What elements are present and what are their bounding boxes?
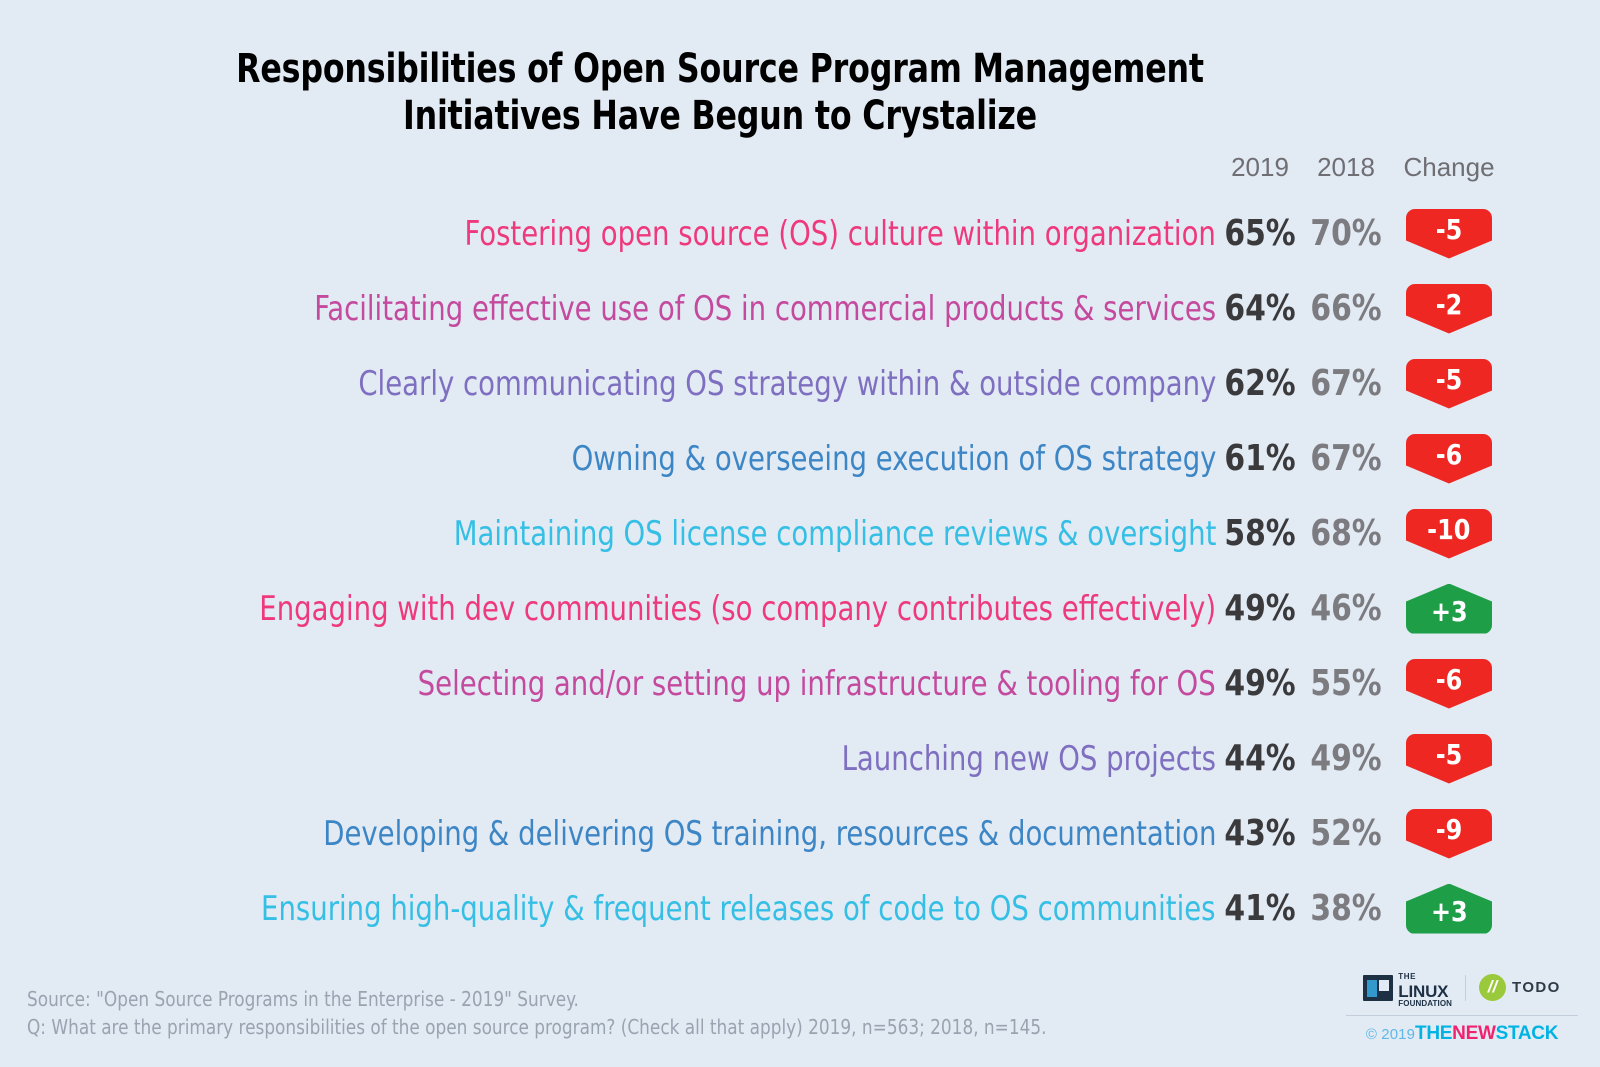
change-badge-decrease: -6 [1406, 658, 1492, 709]
change-value: -2 [1435, 288, 1463, 321]
todo-group-logo: // TODO [1479, 974, 1561, 1001]
value-2018: 46% [1310, 587, 1382, 629]
source-line-1: Source: "Open Source Programs in the Ent… [27, 987, 579, 1011]
linux-foundation-icon [1363, 974, 1394, 1001]
responsibility-label: Clearly communicating OS strategy within… [358, 363, 1216, 404]
table-row: Facilitating effective use of OS in comm… [0, 271, 1600, 346]
value-2018: 55% [1310, 662, 1382, 704]
value-2019: 43% [1224, 812, 1296, 854]
change-value: +3 [1430, 894, 1468, 928]
change-badge-increase: +3 [1406, 883, 1492, 934]
change-value: -10 [1427, 513, 1471, 546]
change-value: -6 [1435, 663, 1463, 696]
table-row: Clearly communicating OS strategy within… [0, 346, 1600, 421]
value-2019: 61% [1224, 437, 1296, 479]
title-line-1: Responsibilities of Open Source Program … [236, 46, 1204, 92]
infographic-page: Responsibilities of Open Source Program … [0, 0, 1600, 1067]
value-2018: 70% [1310, 212, 1382, 254]
value-2018: 67% [1310, 437, 1382, 479]
responsibility-label: Facilitating effective use of OS in comm… [314, 288, 1216, 329]
table-row: Fostering open source (OS) culture withi… [0, 196, 1600, 271]
change-badge-decrease: -5 [1406, 358, 1492, 409]
column-headers: 2019 2018 Change [0, 152, 1600, 186]
thenewstack-credit: © 2019THENEWSTACK [1346, 1016, 1578, 1045]
value-2018: 67% [1310, 362, 1382, 404]
change-value: -9 [1435, 813, 1463, 846]
table-row: Ensuring high-quality & frequent release… [0, 871, 1600, 946]
value-2019: 49% [1224, 587, 1296, 629]
table-row: Owning & overseeing execution of OS stra… [0, 421, 1600, 496]
change-cell: +3 [1390, 881, 1508, 937]
change-badge-decrease: -6 [1406, 433, 1492, 484]
change-badge-decrease: -9 [1406, 808, 1492, 859]
source-line-2: Q: What are the primary responsibilities… [27, 1015, 1047, 1039]
tns-the-text: THE [1415, 1023, 1453, 1044]
responsibility-label: Launching new OS projects [841, 738, 1216, 779]
change-value: -5 [1435, 213, 1463, 246]
copyright-text: © 2019 [1365, 1026, 1416, 1043]
value-2018: 52% [1310, 812, 1382, 854]
page-title: Responsibilities of Open Source Program … [0, 46, 1600, 140]
change-badge-decrease: -5 [1406, 208, 1492, 259]
todo-slashes-icon: // [1479, 974, 1507, 1001]
change-cell: -6 [1390, 431, 1508, 487]
responsibility-label: Maintaining OS license compliance review… [453, 513, 1216, 554]
change-cell: +3 [1390, 581, 1508, 637]
value-2018: 68% [1310, 512, 1382, 554]
change-cell: -2 [1390, 281, 1508, 337]
title-line-2: Initiatives Have Begun to Crystalize [403, 93, 1037, 139]
value-2018: 38% [1310, 887, 1382, 929]
value-2018: 66% [1310, 287, 1382, 329]
responsibility-label: Developing & delivering OS training, res… [322, 813, 1216, 854]
change-value: -5 [1435, 738, 1463, 771]
linux-foundation-wordmark: THE LINUX FOUNDATION [1398, 967, 1452, 1008]
change-value: -6 [1435, 438, 1463, 471]
change-cell: -5 [1390, 206, 1508, 262]
lf-foundation-text: FOUNDATION [1398, 999, 1453, 1008]
value-2018: 49% [1310, 737, 1382, 779]
responsibility-label: Selecting and/or setting up infrastructu… [417, 663, 1216, 704]
tns-stack-text: STACK [1495, 1023, 1559, 1044]
change-badge-decrease: -5 [1406, 733, 1492, 784]
value-2019: 65% [1224, 212, 1296, 254]
value-2019: 41% [1224, 887, 1296, 929]
column-header-change: Change [1403, 152, 1495, 182]
change-cell: -6 [1390, 656, 1508, 712]
value-2019: 62% [1224, 362, 1296, 404]
value-2019: 49% [1224, 662, 1296, 704]
change-cell: -5 [1390, 356, 1508, 412]
change-cell: -9 [1390, 806, 1508, 862]
table-row: Launching new OS projects 44% 49% -5 [0, 721, 1600, 796]
table-row: Selecting and/or setting up infrastructu… [0, 646, 1600, 721]
logo-row: THE LINUX FOUNDATION // TODO [1346, 967, 1578, 1016]
responsibility-label: Fostering open source (OS) culture withi… [464, 213, 1216, 254]
change-badge-decrease: -10 [1406, 508, 1492, 559]
logo-divider [1465, 974, 1467, 1001]
responsibility-label: Ensuring high-quality & frequent release… [261, 888, 1216, 929]
lf-the-text: THE [1398, 972, 1417, 981]
column-header-2019: 2019 [1231, 152, 1289, 182]
lf-linux-text: LINUX [1398, 982, 1449, 1001]
responsibility-label: Engaging with dev communities (so compan… [259, 588, 1216, 629]
brand-footer: THE LINUX FOUNDATION // TODO © 2019THENE… [1346, 967, 1578, 1045]
change-cell: -5 [1390, 731, 1508, 787]
value-2019: 44% [1224, 737, 1296, 779]
source-note: Source: "Open Source Programs in the Ent… [27, 985, 1046, 1041]
value-2019: 64% [1224, 287, 1296, 329]
tns-new-text: NEW [1452, 1023, 1496, 1044]
change-value: +3 [1430, 594, 1468, 628]
responsibilities-table: Fostering open source (OS) culture withi… [0, 196, 1600, 946]
linux-foundation-logo: THE LINUX FOUNDATION [1363, 967, 1452, 1008]
change-badge-decrease: -2 [1406, 283, 1492, 334]
value-2019: 58% [1224, 512, 1296, 554]
change-cell: -10 [1390, 506, 1508, 562]
change-value: -5 [1435, 363, 1463, 396]
todo-wordmark: TODO [1512, 979, 1561, 996]
responsibility-label: Owning & overseeing execution of OS stra… [571, 438, 1216, 479]
column-header-2018: 2018 [1317, 152, 1375, 182]
table-row: Engaging with dev communities (so compan… [0, 571, 1600, 646]
change-badge-increase: +3 [1406, 583, 1492, 634]
table-row: Developing & delivering OS training, res… [0, 796, 1600, 871]
table-row: Maintaining OS license compliance review… [0, 496, 1600, 571]
